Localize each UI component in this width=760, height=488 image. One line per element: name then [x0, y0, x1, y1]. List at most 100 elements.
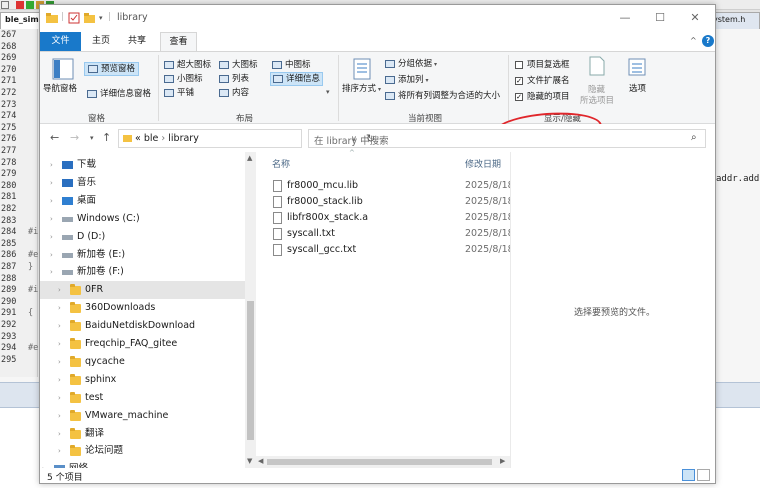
layout-content[interactable]: 内容: [219, 87, 249, 99]
expand-chevron-icon[interactable]: ›: [58, 389, 61, 407]
expand-chevron-icon[interactable]: ›: [58, 371, 61, 389]
breadcrumb-library[interactable]: library: [168, 133, 199, 144]
search-icon[interactable]: ⌕: [691, 132, 697, 143]
navigation-pane-button[interactable]: 导航窗格: [43, 83, 77, 95]
expand-chevron-icon[interactable]: ›: [50, 228, 53, 246]
tab-file[interactable]: 文件: [40, 32, 81, 51]
tab-share[interactable]: 共享: [122, 32, 152, 51]
expand-chevron-icon[interactable]: ›: [58, 281, 61, 299]
expand-chevron-icon[interactable]: ›: [58, 442, 61, 460]
nav-scrollbar[interactable]: ▲ ▼: [245, 152, 256, 468]
nav-item[interactable]: › D (D:): [40, 228, 245, 246]
nav-item[interactable]: › 新加卷 (F:): [40, 263, 245, 281]
layout-extra-large-icons[interactable]: 超大图标: [164, 59, 211, 71]
qat-dropdown-icon[interactable]: ▾: [99, 14, 103, 26]
toolbar-icon[interactable]: [1, 1, 9, 9]
column-header-date[interactable]: 修改日期: [465, 157, 501, 170]
nav-item[interactable]: › 0FR: [40, 281, 245, 300]
nav-item[interactable]: › 论坛问题: [40, 442, 245, 460]
file-row[interactable]: fr8000_stack.lib 2025/8/18: [273, 194, 514, 210]
close-button[interactable]: ✕: [687, 10, 703, 26]
column-header-name[interactable]: 名称: [272, 157, 290, 170]
recent-locations-icon[interactable]: ▾: [90, 134, 94, 142]
add-columns-button[interactable]: 添加列 ▾: [385, 74, 429, 87]
new-folder-icon[interactable]: [84, 12, 96, 24]
breadcrumb-ble[interactable]: ble: [144, 133, 159, 144]
expand-chevron-icon[interactable]: ›: [58, 299, 61, 317]
nav-scroll-thumb[interactable]: [247, 301, 254, 440]
scroll-up-icon[interactable]: ▲: [247, 154, 252, 162]
maximize-button[interactable]: ☐: [652, 10, 668, 26]
properties-icon[interactable]: [68, 12, 80, 24]
forward-button[interactable]: →: [70, 131, 79, 144]
nav-item[interactable]: › qycache: [40, 353, 245, 371]
layout-tiles[interactable]: 平铺: [164, 87, 194, 99]
layout-medium-icons[interactable]: 中图标: [272, 59, 311, 71]
file-row[interactable]: syscall.txt 2025/8/18: [273, 226, 514, 242]
toolbar-icon[interactable]: [26, 1, 34, 9]
layout-large-icons[interactable]: 大图标: [219, 59, 258, 71]
file-row[interactable]: fr8000_mcu.lib 2025/8/18: [273, 178, 514, 194]
nav-item[interactable]: › Windows (C:): [40, 210, 245, 228]
large-icons-view-button[interactable]: [697, 469, 710, 481]
nav-item[interactable]: › 桌面: [40, 192, 245, 210]
scroll-down-icon[interactable]: ▼: [247, 457, 252, 465]
minimize-button[interactable]: —: [617, 10, 633, 26]
hidden-items-toggle[interactable]: ✓ 隐藏的项目: [515, 91, 570, 103]
checkbox-checked[interactable]: ✓: [515, 76, 523, 85]
nav-item[interactable]: › test: [40, 389, 245, 407]
scroll-right-icon[interactable]: ▶: [500, 457, 505, 465]
nav-item[interactable]: › 新加卷 (E:): [40, 246, 245, 264]
expand-chevron-icon[interactable]: ›: [50, 156, 53, 174]
group-by-button[interactable]: 分组依据 ▾: [385, 58, 437, 71]
tab-view[interactable]: 查看: [160, 32, 197, 51]
back-button[interactable]: ←: [50, 131, 59, 144]
expand-chevron-icon[interactable]: ›: [58, 425, 61, 443]
expand-chevron-icon[interactable]: ›: [58, 353, 61, 371]
ribbon-collapse-icon[interactable]: ^: [690, 36, 697, 45]
layout-expand-icon[interactable]: ▾: [326, 86, 330, 98]
expand-chevron-icon[interactable]: ›: [50, 210, 53, 228]
expand-chevron-icon[interactable]: ›: [58, 335, 61, 353]
layout-details[interactable]: 详细信息: [270, 72, 324, 86]
options-button[interactable]: 选项: [629, 83, 646, 95]
file-extensions-toggle[interactable]: ✓ 文件扩展名: [515, 75, 570, 87]
scroll-left-icon[interactable]: ◀: [258, 457, 263, 465]
expand-chevron-icon[interactable]: ›: [50, 192, 53, 210]
path-overflow[interactable]: «: [135, 133, 141, 144]
item-checkboxes-toggle[interactable]: 项目复选框: [515, 59, 570, 71]
address-input[interactable]: « ble › library ∨ ↻: [118, 129, 375, 148]
tab-home[interactable]: 主页: [86, 32, 116, 51]
nav-item[interactable]: › 360Downloads: [40, 299, 245, 317]
nav-item[interactable]: › VMware_machine: [40, 407, 245, 425]
toolbar-icon[interactable]: [16, 1, 24, 9]
file-list-hscrollbar[interactable]: ◀ ▶: [256, 456, 510, 468]
ide-tab-ble-sim[interactable]: ble_sim: [0, 12, 40, 29]
nav-item[interactable]: › BaiduNetdiskDownload: [40, 317, 245, 335]
expand-chevron-icon[interactable]: ›: [58, 317, 61, 335]
search-box[interactable]: 在 library 中搜索 ⌕: [308, 129, 706, 148]
hide-selected-label-2[interactable]: 所选项目: [580, 95, 614, 107]
layout-list[interactable]: 列表: [219, 73, 249, 85]
expand-chevron-icon[interactable]: ›: [50, 263, 53, 281]
file-row[interactable]: syscall_gcc.txt 2025/8/18: [273, 242, 514, 258]
preview-pane-button[interactable]: 预览窗格: [84, 62, 140, 76]
size-all-columns-button[interactable]: 将所有列调整为合适的大小: [385, 90, 500, 102]
help-icon[interactable]: ?: [702, 35, 714, 47]
sort-by-button[interactable]: 排序方式 ▾: [342, 83, 381, 96]
expand-chevron-icon[interactable]: ›: [58, 407, 61, 425]
file-row[interactable]: libfr800x_stack.a 2025/8/18: [273, 210, 514, 226]
expand-chevron-icon[interactable]: ›: [50, 246, 53, 264]
nav-item[interactable]: › Freqchip_FAQ_gitee: [40, 335, 245, 353]
details-view-button[interactable]: [682, 469, 695, 481]
layout-small-icons[interactable]: 小图标: [164, 73, 203, 85]
nav-item[interactable]: › 音乐: [40, 174, 245, 192]
checkbox[interactable]: [515, 60, 523, 69]
nav-item[interactable]: › 下载: [40, 156, 245, 174]
nav-item[interactable]: › sphinx: [40, 371, 245, 389]
expand-chevron-icon[interactable]: ›: [50, 174, 53, 192]
details-pane-button[interactable]: 详细信息窗格: [87, 88, 151, 100]
up-button[interactable]: ↑: [102, 131, 111, 144]
nav-item[interactable]: › 翻译: [40, 425, 245, 443]
checkbox-checked[interactable]: ✓: [515, 92, 523, 101]
